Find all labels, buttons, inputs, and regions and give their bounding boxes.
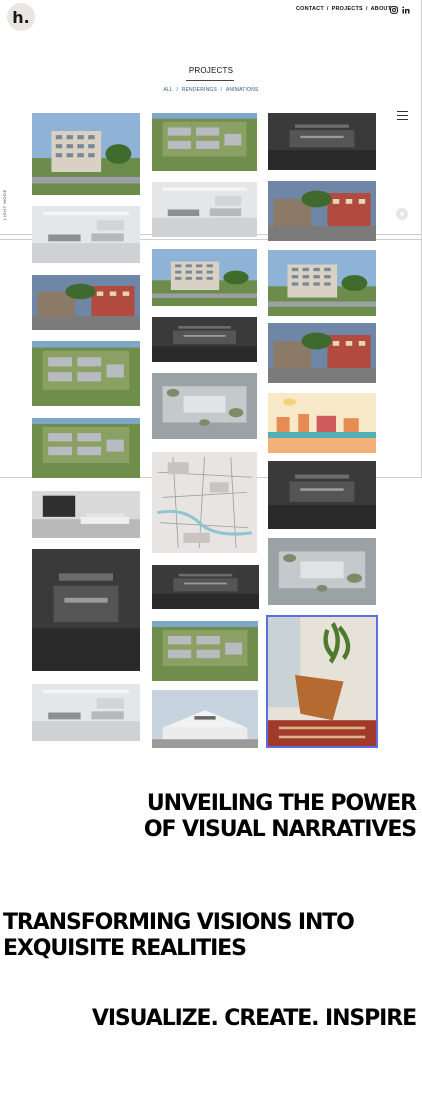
project-tile-illustration[interactable] (268, 393, 376, 453)
headline-line: OF VISUAL NARRATIVES (143, 817, 417, 842)
nav-contact[interactable]: CONTACT (296, 6, 324, 12)
project-tile-evening-street[interactable] (268, 323, 376, 383)
project-image (152, 565, 259, 609)
project-image (152, 373, 257, 439)
project-image (32, 275, 140, 330)
project-tile-garden-plan[interactable] (268, 538, 376, 605)
project-image (268, 538, 376, 605)
headline-line: TRANSFORMING VISIONS INTO (3, 910, 355, 935)
headline-line: UNVEILING THE POWER (146, 791, 417, 816)
project-tile-device-dark[interactable] (152, 565, 259, 609)
title-underline (186, 80, 234, 81)
headline-line: VISUALIZE. CREATE. INSPIRE (91, 1006, 417, 1031)
headline-visual-narratives: UNVEILING THE POWER OF VISUAL NARRATIVES (143, 791, 417, 843)
instagram-icon[interactable] (389, 5, 399, 15)
project-image (268, 323, 376, 383)
project-tile-green-wall[interactable] (268, 113, 376, 170)
project-tile-industrial-aerial[interactable] (152, 621, 258, 681)
project-tile-site-plan[interactable] (152, 452, 257, 553)
nav-projects[interactable]: PROJECTS (332, 6, 363, 12)
project-image (32, 341, 140, 406)
project-tile-bedroom[interactable] (32, 549, 140, 671)
project-tile-butterfly-chair[interactable] (266, 615, 378, 748)
project-image (268, 250, 376, 316)
project-tile-mall-aerial[interactable] (152, 373, 257, 439)
project-image (152, 317, 257, 362)
project-image (152, 249, 257, 306)
filter-renderings[interactable]: RENDERINGS (182, 87, 217, 93)
project-image (32, 113, 140, 195)
project-tile-office-open[interactable] (32, 206, 140, 263)
project-image (32, 418, 140, 478)
project-tile-site-aerial[interactable] (32, 418, 140, 478)
project-image (152, 690, 258, 748)
headline-line: EXQUISITE REALITIES (3, 936, 247, 961)
project-tile-street-people[interactable] (32, 275, 140, 330)
logo-text: h. (12, 7, 30, 27)
project-image (268, 617, 376, 746)
project-tile-campus-aerial[interactable] (32, 341, 140, 406)
project-image (32, 549, 140, 671)
project-tile-office-desk[interactable] (152, 182, 257, 237)
arrow-up-icon[interactable] (396, 208, 408, 220)
project-image (152, 452, 257, 553)
headline-visualize-create-inspire: VISUALIZE. CREATE. INSPIRE (91, 1006, 417, 1032)
filter-all[interactable]: ALL (163, 87, 173, 93)
headline-exquisite-realities: TRANSFORMING VISIONS INTO EXQUISITE REAL… (3, 910, 355, 962)
project-image (152, 113, 257, 171)
theme-toggle-label[interactable]: LIGHT MODE (2, 189, 7, 220)
project-image (152, 182, 257, 237)
project-image (268, 461, 376, 529)
filter-separator: / (220, 87, 223, 93)
page-title: PROJECTS (188, 66, 234, 75)
hamburger-icon[interactable] (397, 111, 408, 120)
nav-separator: / (326, 6, 329, 12)
project-filters: ALL / RENDERINGS / ANIMATIONS (0, 87, 422, 93)
project-image (268, 393, 376, 453)
project-tile-palm-road[interactable] (268, 250, 376, 316)
project-tile-rail-aerial[interactable] (152, 113, 257, 171)
project-tile-apartment-tower[interactable] (32, 113, 140, 195)
filter-animations[interactable]: ANIMATIONS (226, 87, 259, 93)
top-nav: CONTACT / PROJECTS / ABOUT (296, 6, 391, 12)
project-tile-plaza[interactable] (152, 249, 257, 306)
project-tile-kitchen-dark[interactable] (152, 317, 257, 362)
linkedin-icon[interactable] (401, 5, 411, 15)
project-image (268, 181, 376, 241)
project-image (32, 206, 140, 263)
project-image (32, 684, 140, 741)
nav-separator: / (365, 6, 368, 12)
project-tile-courtyard[interactable] (268, 461, 376, 529)
project-image (32, 491, 140, 538)
project-tile-clinic[interactable] (32, 684, 140, 741)
project-image (152, 621, 258, 681)
project-tile-warehouse[interactable] (152, 690, 258, 748)
project-tile-town-square[interactable] (268, 181, 376, 241)
project-image (268, 113, 376, 170)
project-tile-living-room[interactable] (32, 491, 140, 538)
logo[interactable]: h. (7, 3, 35, 31)
filter-separator: / (176, 87, 179, 93)
